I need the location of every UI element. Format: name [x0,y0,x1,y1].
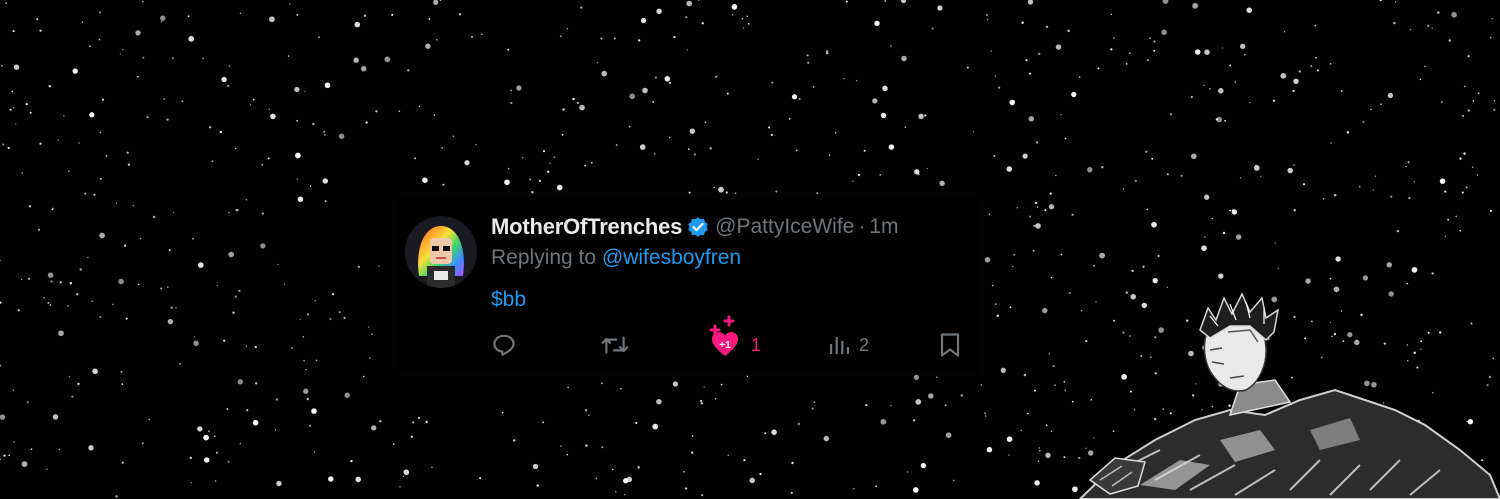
display-name[interactable]: MotherOfTrenches [491,214,682,240]
like-count: 1 [751,334,762,355]
reply-button[interactable] [491,330,517,360]
tweet-actions: +1 1 2 [491,315,971,360]
views-button[interactable]: 2 [827,330,869,360]
tweet-text[interactable]: $bb [491,288,526,312]
separator-dot: · [858,215,866,238]
profile-banner: MotherOfTrenches @PattyIceWife · 1m Repl… [0,0,1500,499]
like-button[interactable]: +1 1 [707,314,761,360]
views-chart-icon [827,333,851,357]
reply-icon [491,332,517,358]
retweet-icon [601,332,629,358]
bookmark-button[interactable] [939,330,961,360]
character-illustration [1078,292,1500,499]
timestamp[interactable]: 1m [869,215,898,239]
view-count: 2 [859,334,870,355]
tweet-card[interactable]: MotherOfTrenches @PattyIceWife · 1m Repl… [395,198,980,373]
tweet-header: MotherOfTrenches @PattyIceWife · 1m [491,213,899,241]
liked-heart-icon: +1 [707,314,743,360]
retweet-button[interactable] [601,330,629,360]
verified-badge-icon [687,216,709,238]
avatar[interactable] [405,216,477,288]
like-badge: +1 [719,340,731,351]
replying-to: Replying to @wifesboyfren [491,246,741,270]
bookmark-icon [939,332,961,358]
reply-mention-link[interactable]: @wifesboyfren [602,246,741,269]
user-handle[interactable]: @PattyIceWife [715,215,854,239]
reply-prefix: Replying to [491,246,597,269]
